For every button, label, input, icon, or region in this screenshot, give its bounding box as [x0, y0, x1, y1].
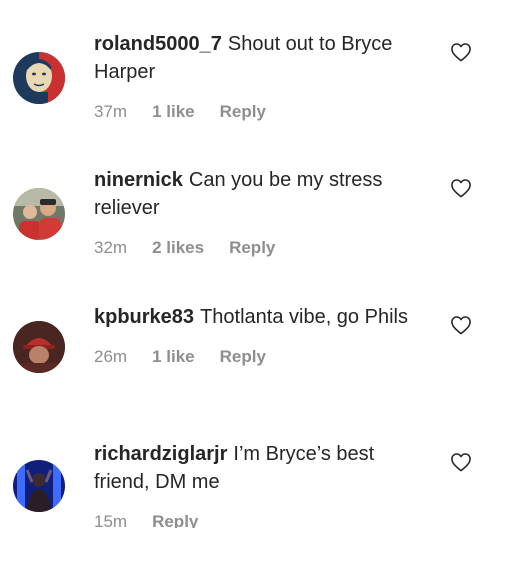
avatar[interactable] [13, 188, 65, 240]
comment-item: richardziglarjr I’m Bryce’s best friend, … [0, 436, 515, 528]
heart-icon[interactable] [450, 315, 472, 335]
heart-icon[interactable] [450, 452, 472, 472]
poster-portrait-avatar [13, 52, 65, 104]
reply-button[interactable]: Reply [220, 102, 266, 122]
comment-text: Thotlanta vibe, go Phils [200, 306, 408, 328]
comment-item: roland5000_7 Shout out to Bryce Harper 37… [0, 26, 515, 162]
avatar[interactable] [13, 321, 65, 373]
comment-likes[interactable]: 1 like [152, 347, 195, 367]
comment-body: kpburke83 Thotlanta vibe, go Phils 26m 1 … [94, 303, 429, 367]
comment-time[interactable]: 37m [94, 102, 127, 122]
avatar[interactable] [13, 460, 65, 512]
reply-button[interactable]: Reply [220, 347, 266, 367]
comment-username[interactable]: richardziglarjr [94, 443, 227, 465]
comment-time[interactable]: 32m [94, 238, 127, 258]
comment-time[interactable]: 26m [94, 347, 127, 367]
comment-meta: 26m 1 like Reply [94, 347, 429, 367]
comment-body: richardziglarjr I’m Bryce’s best friend, … [94, 440, 429, 528]
family-photo-avatar [13, 188, 65, 240]
comment-text-block: niner​nick Can you be my stress reliever [94, 166, 429, 222]
comment-list: roland5000_7 Shout out to Bryce Harper 37… [0, 0, 515, 528]
avatar[interactable] [13, 52, 65, 104]
comment-text-block: roland5000_7 Shout out to Bryce Harper [94, 30, 429, 86]
heart-icon[interactable] [450, 42, 472, 62]
comment-meta: 37m 1 like Reply [94, 102, 429, 122]
comment-body: niner​nick Can you be my stress reliever … [94, 166, 429, 258]
comment-username[interactable]: kpburke83 [94, 306, 194, 328]
comment-likes[interactable]: 1 like [152, 102, 195, 122]
comment-username[interactable]: roland5000_7 [94, 33, 222, 55]
comment-text-block: kpburke83 Thotlanta vibe, go Phils [94, 303, 429, 331]
reply-button[interactable]: Reply [152, 512, 198, 528]
comment-body: roland5000_7 Shout out to Bryce Harper 37… [94, 30, 429, 122]
reply-button[interactable]: Reply [229, 238, 275, 258]
comment-meta: 32m 2 likes Reply [94, 238, 429, 258]
comment-likes[interactable]: 2 likes [152, 238, 204, 258]
comment-time[interactable]: 15m [94, 512, 127, 528]
comment-username[interactable]: niner​nick [94, 169, 183, 191]
blue-light-avatar [13, 460, 65, 512]
comment-item: kpburke83 Thotlanta vibe, go Phils 26m 1 … [0, 299, 515, 435]
heart-icon[interactable] [450, 178, 472, 198]
comment-meta: 15m Reply [94, 512, 429, 528]
comment-text-block: richardziglarjr I’m Bryce’s best friend, … [94, 440, 429, 496]
red-cap-avatar [13, 321, 65, 373]
comment-item: niner​nick Can you be my stress reliever … [0, 162, 515, 298]
